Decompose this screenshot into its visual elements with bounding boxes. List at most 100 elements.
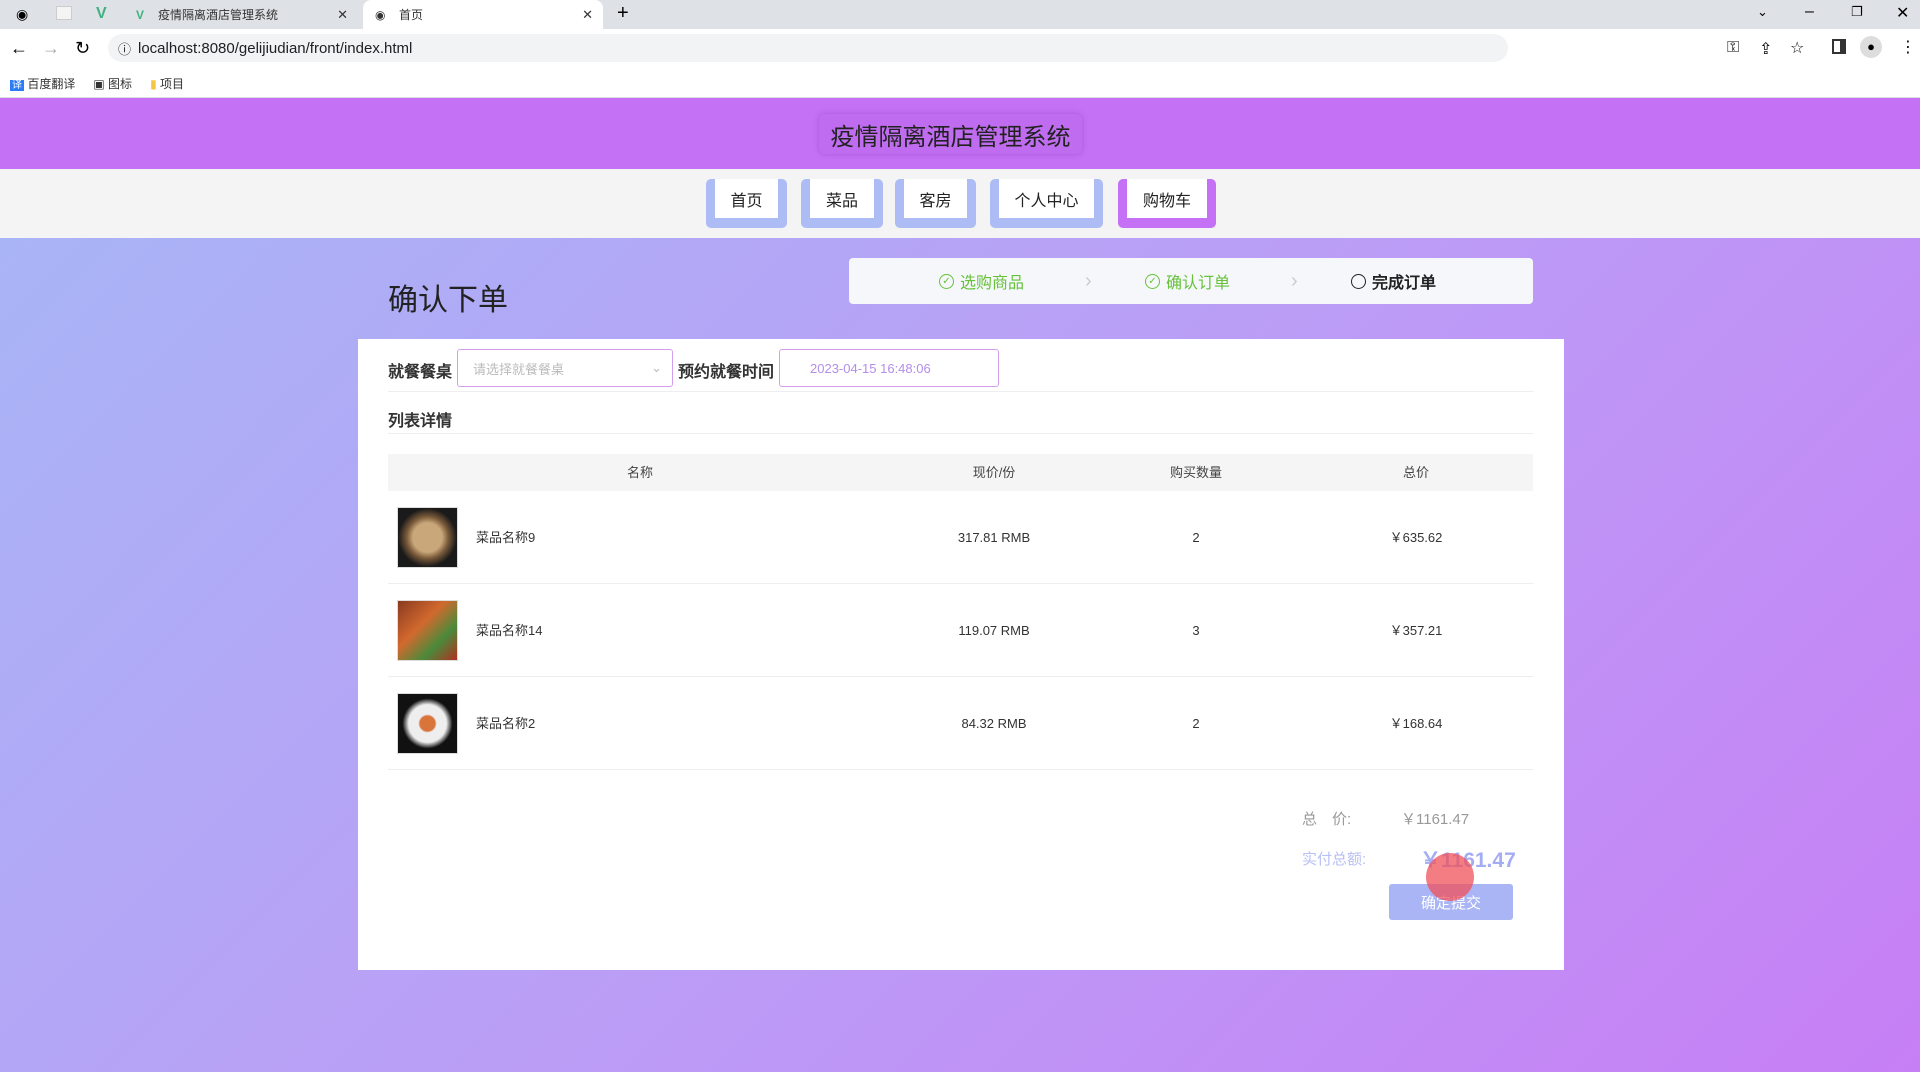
check-circle-icon: ✓ (939, 273, 954, 289)
chevron-right-icon: › (1291, 270, 1298, 292)
paid-label: 实付总额: (1302, 851, 1367, 868)
bookmark-icons[interactable]: ▣ 图标 (93, 75, 132, 92)
vue-icon: V (136, 7, 145, 22)
minimize-icon[interactable]: – (1805, 3, 1814, 21)
sidebar-icon[interactable] (1832, 39, 1846, 54)
dish-qty: 3 (1192, 623, 1200, 638)
dish-total: ￥357.21 (1389, 623, 1443, 638)
url-input[interactable]: ⓘ localhost:8080/gelijiudian/front/index.… (108, 34, 1508, 62)
nav-label: 首页 (715, 179, 778, 218)
tab-title: 首页 (399, 8, 424, 22)
new-tab-icon[interactable]: + (617, 2, 629, 25)
menu-icon[interactable]: ⋮ (1900, 37, 1916, 57)
check-circle-icon: ✓ (1145, 273, 1160, 289)
dish-qty: 2 (1192, 716, 1200, 731)
dish-total: ￥635.62 (1389, 530, 1443, 545)
site-title: 疫情隔离酒店管理系统 (819, 114, 1082, 154)
nav-label: 菜品 (810, 179, 874, 218)
dish-image (397, 693, 458, 754)
dish-name: 菜品名称2 (476, 716, 536, 731)
total-value: ￥1161.47 (1401, 811, 1470, 828)
divider (388, 391, 1533, 392)
bookmark-baidu[interactable]: 译 百度翻译 (10, 75, 75, 92)
reload-icon[interactable]: ↻ (75, 38, 90, 59)
nav-dishes[interactable]: 菜品 (801, 179, 883, 228)
translate-icon: 译 (10, 79, 24, 91)
dish-qty: 2 (1192, 530, 1200, 545)
total-label: 总 价: (1302, 811, 1352, 828)
bookmarks-bar: 译 百度翻译 ▣ 图标 ▮ 项目 (0, 69, 1920, 98)
star-icon[interactable]: ☆ (1790, 38, 1804, 58)
nav-label: 购物车 (1127, 179, 1207, 218)
table-header: 名称 现价/份 购买数量 总价 (388, 454, 1533, 491)
cursor-highlight (1426, 853, 1474, 901)
nav-home[interactable]: 首页 (706, 179, 787, 228)
page-title: 确认下单 (388, 284, 508, 317)
url-text: localhost:8080/gelijiudian/front/index.h… (138, 39, 413, 57)
order-card: 就餐餐桌 请选择就餐餐桌 ⌄ 预约就餐时间 2023-04-15 16:48:06… (358, 339, 1564, 970)
nav-profile[interactable]: 个人中心 (990, 179, 1103, 228)
table-label: 就餐餐桌 (388, 364, 453, 381)
table-row: 菜品名称2 84.32 RMB 2 ￥168.64 (388, 677, 1533, 770)
table-select[interactable]: 请选择就餐餐桌 ⌄ (457, 349, 673, 387)
key-icon[interactable]: ⚿ (1727, 39, 1739, 57)
flag-icon: ▣ (93, 76, 105, 91)
nav-cart[interactable]: 购物车 (1118, 179, 1216, 228)
table-row: 菜品名称14 119.07 RMB 3 ￥357.21 (388, 584, 1533, 677)
dish-name: 菜品名称9 (476, 530, 536, 545)
header-price: 现价/份 (972, 465, 1016, 480)
dish-price: 317.81 RMB (957, 530, 1031, 545)
dish-price: 119.07 RMB (958, 623, 1030, 638)
close-icon[interactable]: ✕ (337, 7, 348, 23)
time-value: 2023-04-15 16:48:06 (810, 360, 931, 376)
nav-rooms[interactable]: 客房 (895, 179, 976, 228)
dish-price: 84.32 RMB (961, 716, 1027, 731)
folder-icon: ▮ (150, 76, 157, 91)
table-placeholder: 请选择就餐餐桌 (473, 361, 565, 377)
step-complete: 完成订单 (1351, 258, 1436, 304)
address-bar: ← → ↻ ⓘ localhost:8080/gelijiudian/front/… (0, 29, 1920, 69)
globe-icon: ◉ (375, 7, 386, 22)
header-name: 名称 (626, 465, 654, 480)
close-window-icon[interactable]: ✕ (1896, 3, 1909, 23)
circle-icon (1351, 273, 1366, 289)
divider (388, 433, 1533, 434)
step-confirm: ✓ 确认订单 (1145, 258, 1230, 304)
page-icon[interactable] (56, 6, 72, 20)
header-qty: 购买数量 (1169, 465, 1223, 480)
header-total: 总价 (1402, 465, 1430, 480)
dish-name: 菜品名称14 (476, 623, 543, 638)
tab-home[interactable]: ◉ 首页 ✕ (363, 0, 603, 29)
dish-total: ￥168.64 (1389, 716, 1443, 731)
chevron-right-icon: › (1085, 270, 1092, 292)
bookmark-label: 百度翻译 (27, 76, 76, 91)
vue-icon[interactable]: V (96, 5, 107, 23)
profile-icon[interactable]: ● (1860, 36, 1882, 58)
globe-icon[interactable]: ◉ (16, 6, 28, 23)
time-input[interactable]: 2023-04-15 16:48:06 (779, 349, 999, 387)
info-icon: ⓘ (118, 41, 132, 57)
bookmark-label: 项目 (160, 76, 185, 91)
forward-icon[interactable]: → (42, 38, 60, 59)
tab-admin[interactable]: V 疫情隔离酒店管理系统 ✕ (128, 0, 358, 29)
dish-image (397, 507, 458, 568)
chevron-down-icon: ⌄ (651, 360, 662, 375)
step-label: 确认订单 (1166, 275, 1231, 292)
dish-image (397, 600, 458, 661)
step-label: 完成订单 (1372, 275, 1437, 292)
back-icon[interactable]: ← (10, 38, 28, 59)
time-label: 预约就餐时间 (678, 364, 775, 381)
chevron-down-icon[interactable]: ⌄ (1757, 4, 1768, 20)
tab-title: 疫情隔离酒店管理系统 (158, 8, 279, 22)
bookmark-label: 图标 (108, 76, 133, 91)
share-icon[interactable]: ⇪ (1759, 39, 1772, 59)
restore-icon[interactable]: ❐ (1851, 4, 1863, 20)
list-title: 列表详情 (388, 413, 453, 430)
nav-label: 客房 (904, 179, 967, 218)
order-steps: ✓ 选购商品 › ✓ 确认订单 › 完成订单 (849, 258, 1533, 304)
nav-label: 个人中心 (999, 179, 1094, 218)
step-label: 选购商品 (960, 275, 1025, 292)
close-icon[interactable]: ✕ (582, 7, 593, 23)
bookmark-project[interactable]: ▮ 项目 (150, 75, 184, 92)
table-row: 菜品名称9 317.81 RMB 2 ￥635.62 (388, 491, 1533, 584)
